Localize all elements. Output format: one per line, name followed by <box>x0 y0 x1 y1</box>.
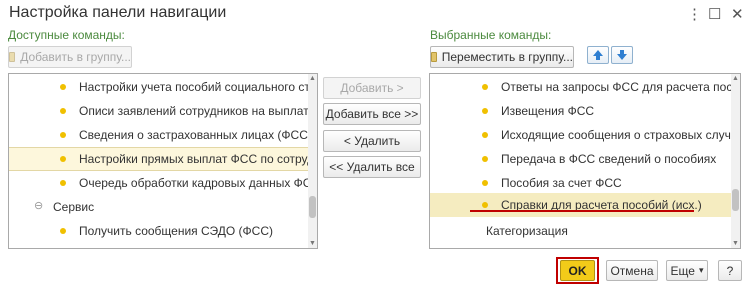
remove-all-button[interactable]: << Удалить все <box>323 156 421 178</box>
add-all-button[interactable]: Добавить все >> <box>323 103 421 125</box>
list-item[interactable]: Описи заявлений сотрудников на выплату п… <box>9 99 317 123</box>
group-row-categorization[interactable]: Категоризация <box>430 219 732 243</box>
more-menu-icon[interactable]: ⋮ <box>687 5 702 23</box>
bullet-icon <box>482 108 488 114</box>
scroll-thumb[interactable] <box>309 196 316 218</box>
add-to-group-label: Добавить в группу... <box>20 50 131 64</box>
bullet-icon <box>60 108 66 114</box>
move-to-group-label: Переместить в группу... <box>441 50 573 64</box>
ok-button[interactable]: OK <box>560 260 595 281</box>
more-button-label: Еще <box>670 263 695 278</box>
bullet-icon <box>482 202 488 208</box>
bullet-icon <box>60 84 66 90</box>
scrollbar[interactable]: ▲ ▼ <box>308 74 317 248</box>
close-icon[interactable]: ✕ <box>731 5 744 23</box>
window-title: Настройка панели навигации <box>9 4 227 21</box>
cancel-button[interactable]: Отмена <box>606 260 658 281</box>
group-row-service[interactable]: ⊖ Сервис <box>9 195 309 219</box>
move-down-button[interactable] <box>611 46 633 64</box>
move-up-button[interactable] <box>587 46 609 64</box>
move-to-group-button[interactable]: Переместить в группу... <box>430 46 574 68</box>
arrow-down-icon <box>617 50 627 60</box>
list-item[interactable]: Настройки учета пособий социального стра… <box>9 75 317 99</box>
scroll-up-icon[interactable]: ▲ <box>308 74 317 83</box>
selected-commands-list[interactable]: Ответы на запросы ФСС для расчета пособи… <box>429 73 741 249</box>
scroll-thumb[interactable] <box>732 189 739 211</box>
arrow-up-icon <box>593 50 603 60</box>
list-item-highlighted[interactable]: Настройки прямых выплат ФСС по сотрудник… <box>9 147 317 171</box>
list-item[interactable]: Ответы на запросы ФСС для расчета пособи… <box>430 75 740 99</box>
bullet-icon <box>482 156 488 162</box>
list-item[interactable]: Передача в ФСС сведений о пособиях <box>430 147 732 171</box>
bullet-icon <box>482 180 488 186</box>
selected-commands-label: Выбранные команды: <box>430 28 552 42</box>
scrollbar[interactable]: ▲ ▼ <box>731 74 740 248</box>
bullet-icon <box>482 84 488 90</box>
bullet-icon <box>60 228 66 234</box>
title-bar: Настройка панели навигации ⋮ ☐ ✕ <box>0 0 750 28</box>
folder-icon <box>9 52 16 62</box>
folder-icon <box>431 52 437 62</box>
maximize-icon[interactable]: ☐ <box>708 5 721 23</box>
bullet-icon <box>60 132 66 138</box>
scroll-down-icon[interactable]: ▼ <box>731 239 740 248</box>
remove-button[interactable]: < Удалить <box>323 130 421 152</box>
available-commands-list[interactable]: Настройки учета пособий социального стра… <box>8 73 318 249</box>
add-to-group-button[interactable]: Добавить в группу... <box>8 46 132 68</box>
list-item[interactable]: Извещения ФСС <box>430 99 732 123</box>
available-commands-label: Доступные команды: <box>8 28 125 42</box>
add-button[interactable]: Добавить > <box>323 77 421 99</box>
scroll-down-icon[interactable]: ▼ <box>308 239 317 248</box>
chevron-down-icon: ▾ <box>698 265 704 275</box>
list-item[interactable]: Сведения о застрахованных лицах (ФСС) <box>9 123 312 147</box>
list-item[interactable]: Исходящие сообщения о страховых случаях … <box>430 123 740 147</box>
more-button[interactable]: Еще ▾ <box>666 260 708 281</box>
bullet-icon <box>60 156 66 162</box>
list-item[interactable]: Очередь обработки кадровых данных ФСС <box>9 171 317 195</box>
list-item-selected[interactable]: Справки для расчета пособий (исх.) <box>430 193 732 217</box>
bullet-icon <box>60 180 66 186</box>
annotation-underline <box>470 210 694 212</box>
bullet-icon <box>482 132 488 138</box>
collapse-icon[interactable]: ⊖ <box>34 199 43 212</box>
list-item[interactable]: Получить сообщения СЭДО (ФСС) <box>9 219 309 243</box>
scroll-up-icon[interactable]: ▲ <box>731 74 740 83</box>
help-button[interactable]: ? <box>718 260 742 281</box>
list-item[interactable]: Пособия за счет ФСС <box>430 171 732 195</box>
